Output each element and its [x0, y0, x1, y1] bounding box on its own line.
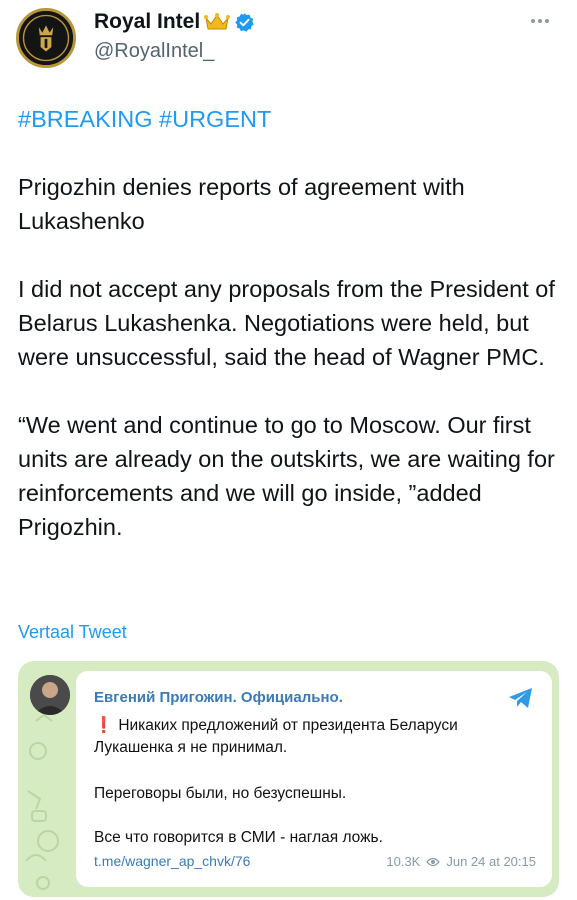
- tweet-paragraph: “We went and continue to go to Moscow. O…: [18, 412, 555, 540]
- eye-icon: [426, 857, 441, 866]
- message-line: Переговоры были, но безуспешны.: [94, 785, 347, 802]
- quoted-telegram-card[interactable]: Евгений Пригожин. Официально. ❗ Никаких п…: [18, 661, 559, 897]
- telegram-icon: [509, 688, 532, 708]
- channel-avatar: [30, 675, 70, 715]
- tweet-paragraph: Prigozhin denies reports of agreement wi…: [18, 174, 465, 234]
- tweet-text: #BREAKING #URGENT Prigozhin denies repor…: [18, 102, 563, 544]
- exclamation-icon: ❗: [94, 717, 114, 734]
- channel-name[interactable]: Евгений Пригожин. Официально.: [94, 689, 343, 706]
- message-link[interactable]: t.me/wagner_ap_chvk/76: [94, 853, 250, 869]
- message-text: Никаких предложений от президента Белару…: [94, 717, 458, 756]
- person-avatar-icon: [30, 675, 70, 715]
- royal-emblem-icon: [19, 11, 73, 65]
- message-line: ❗ Никаких предложений от президента Белар…: [94, 715, 534, 759]
- verified-badge-icon: [235, 12, 254, 32]
- translate-tweet-link[interactable]: Vertaal Tweet: [18, 622, 127, 643]
- tweet-header: Royal Intel @RoyalIntel_: [16, 8, 561, 68]
- message-bubble: Евгений Пригожин. Официально. ❗ Никаких п…: [76, 671, 552, 887]
- hashtags[interactable]: #BREAKING #URGENT: [18, 102, 563, 136]
- name-row: Royal Intel: [94, 10, 255, 34]
- message-date: Jun 24 at 20:15: [446, 854, 536, 869]
- more-options-icon[interactable]: [531, 16, 555, 26]
- display-name[interactable]: Royal Intel: [94, 10, 200, 34]
- message-line: Все что говорится в СМИ - наглая ложь.: [94, 829, 383, 846]
- view-count: 10.3K: [386, 854, 421, 869]
- avatar[interactable]: [16, 8, 76, 68]
- crown-icon: [204, 13, 231, 30]
- user-handle[interactable]: @RoyalIntel_: [94, 40, 214, 63]
- tweet-paragraph: I did not accept any proposals from the …: [18, 276, 555, 370]
- message-meta: 10.3K Jun 24 at 20:15: [386, 854, 536, 869]
